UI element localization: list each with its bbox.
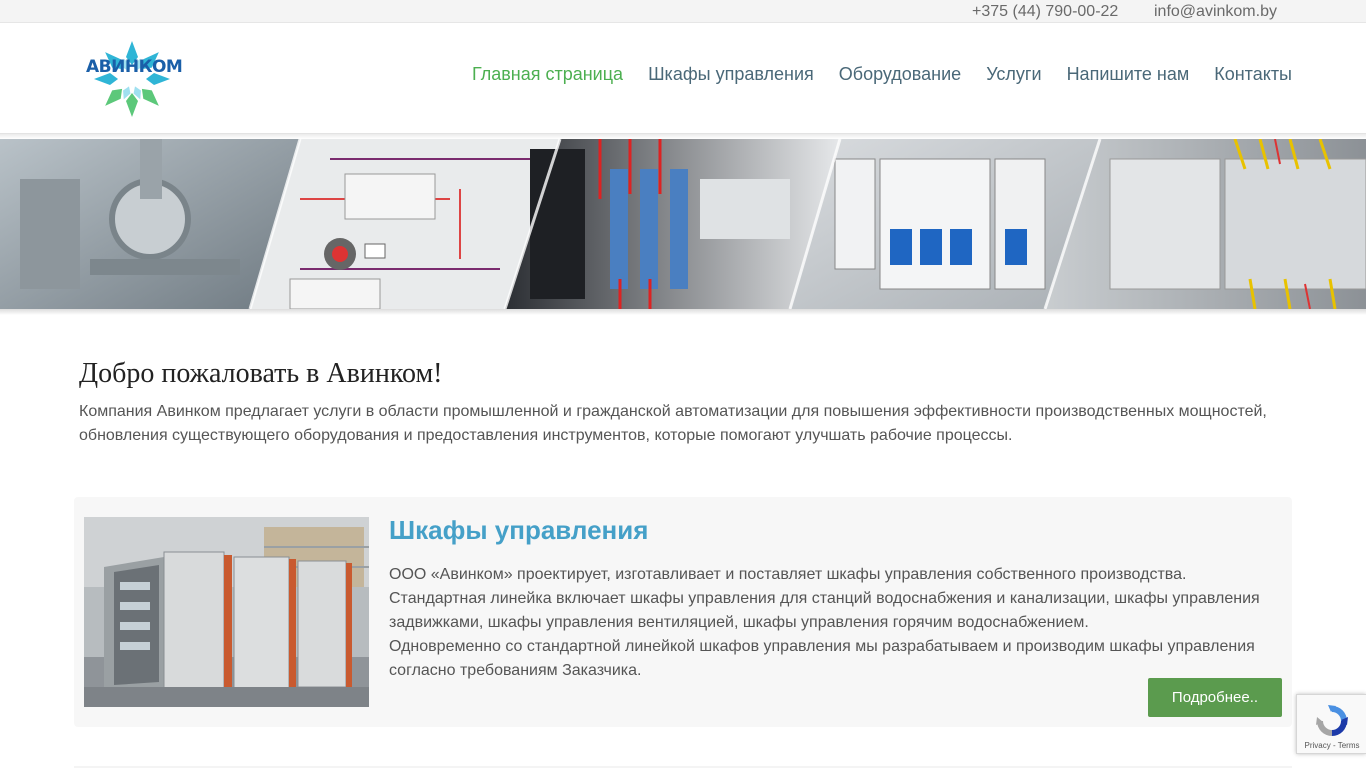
site-logo[interactable] — [84, 39, 182, 119]
card-paragraph: ООО «Авинком» проектирует, изготавливает… — [389, 566, 1187, 583]
nav-control-cabinets[interactable]: Шкафы управления — [648, 64, 814, 85]
hero-banner — [0, 139, 1366, 309]
banner-shadow — [0, 309, 1366, 315]
more-details-button[interactable]: Подробнее.. — [1148, 678, 1282, 717]
nav-equipment[interactable]: Оборудование — [839, 64, 961, 85]
recaptcha-links: Privacy - Terms — [1297, 741, 1366, 750]
card-paragraph: Одновременно со стандартной линейкой шка… — [389, 638, 1255, 679]
avinkom-logo-icon — [94, 41, 170, 117]
cabinets-image — [84, 517, 369, 707]
card-paragraph: Стандартная линейка включает шкафы управ… — [389, 590, 1260, 631]
welcome-paragraph: Компания Авинком предлагает услуги в обл… — [79, 403, 1267, 444]
recaptcha-privacy-link[interactable]: Privacy — [1305, 741, 1331, 750]
recaptcha-terms-link[interactable]: Terms — [1338, 741, 1360, 750]
service-card-control-cabinets: Шкафы управления ООО «Авинком» проектиру… — [74, 497, 1292, 727]
card-title-link[interactable]: Шкафы управления — [389, 515, 648, 546]
recaptcha-icon — [1316, 705, 1348, 736]
recaptcha-badge[interactable]: Privacy - Terms — [1296, 694, 1366, 754]
nav-write-us[interactable]: Напишите нам — [1067, 64, 1190, 85]
email-link[interactable]: info@avinkom.by — [1154, 3, 1277, 21]
control-cabinets-photo[interactable] — [84, 517, 369, 707]
phone-link[interactable]: +375 (44) 790-00-22 — [972, 3, 1118, 21]
nav-services[interactable]: Услуги — [986, 64, 1041, 85]
welcome-heading: Добро пожаловать в Авинком! — [79, 358, 443, 389]
recaptcha-separator: - — [1330, 741, 1338, 750]
site-header: АВИНКОМ Главная страница Шкафы управлени… — [0, 23, 1366, 134]
nav-home[interactable]: Главная страница — [472, 64, 623, 85]
nav-contacts[interactable]: Контакты — [1214, 64, 1292, 85]
banner-collage-image — [0, 139, 1366, 309]
main-navigation: Главная страница Шкафы управления Оборуд… — [472, 64, 1292, 85]
card-description: ООО «Авинком» проектирует, изготавливает… — [389, 563, 1269, 683]
top-contact-bar: +375 (44) 790-00-22 info@avinkom.by — [0, 0, 1366, 23]
logo-wordmark: АВИНКОМ — [86, 57, 183, 77]
